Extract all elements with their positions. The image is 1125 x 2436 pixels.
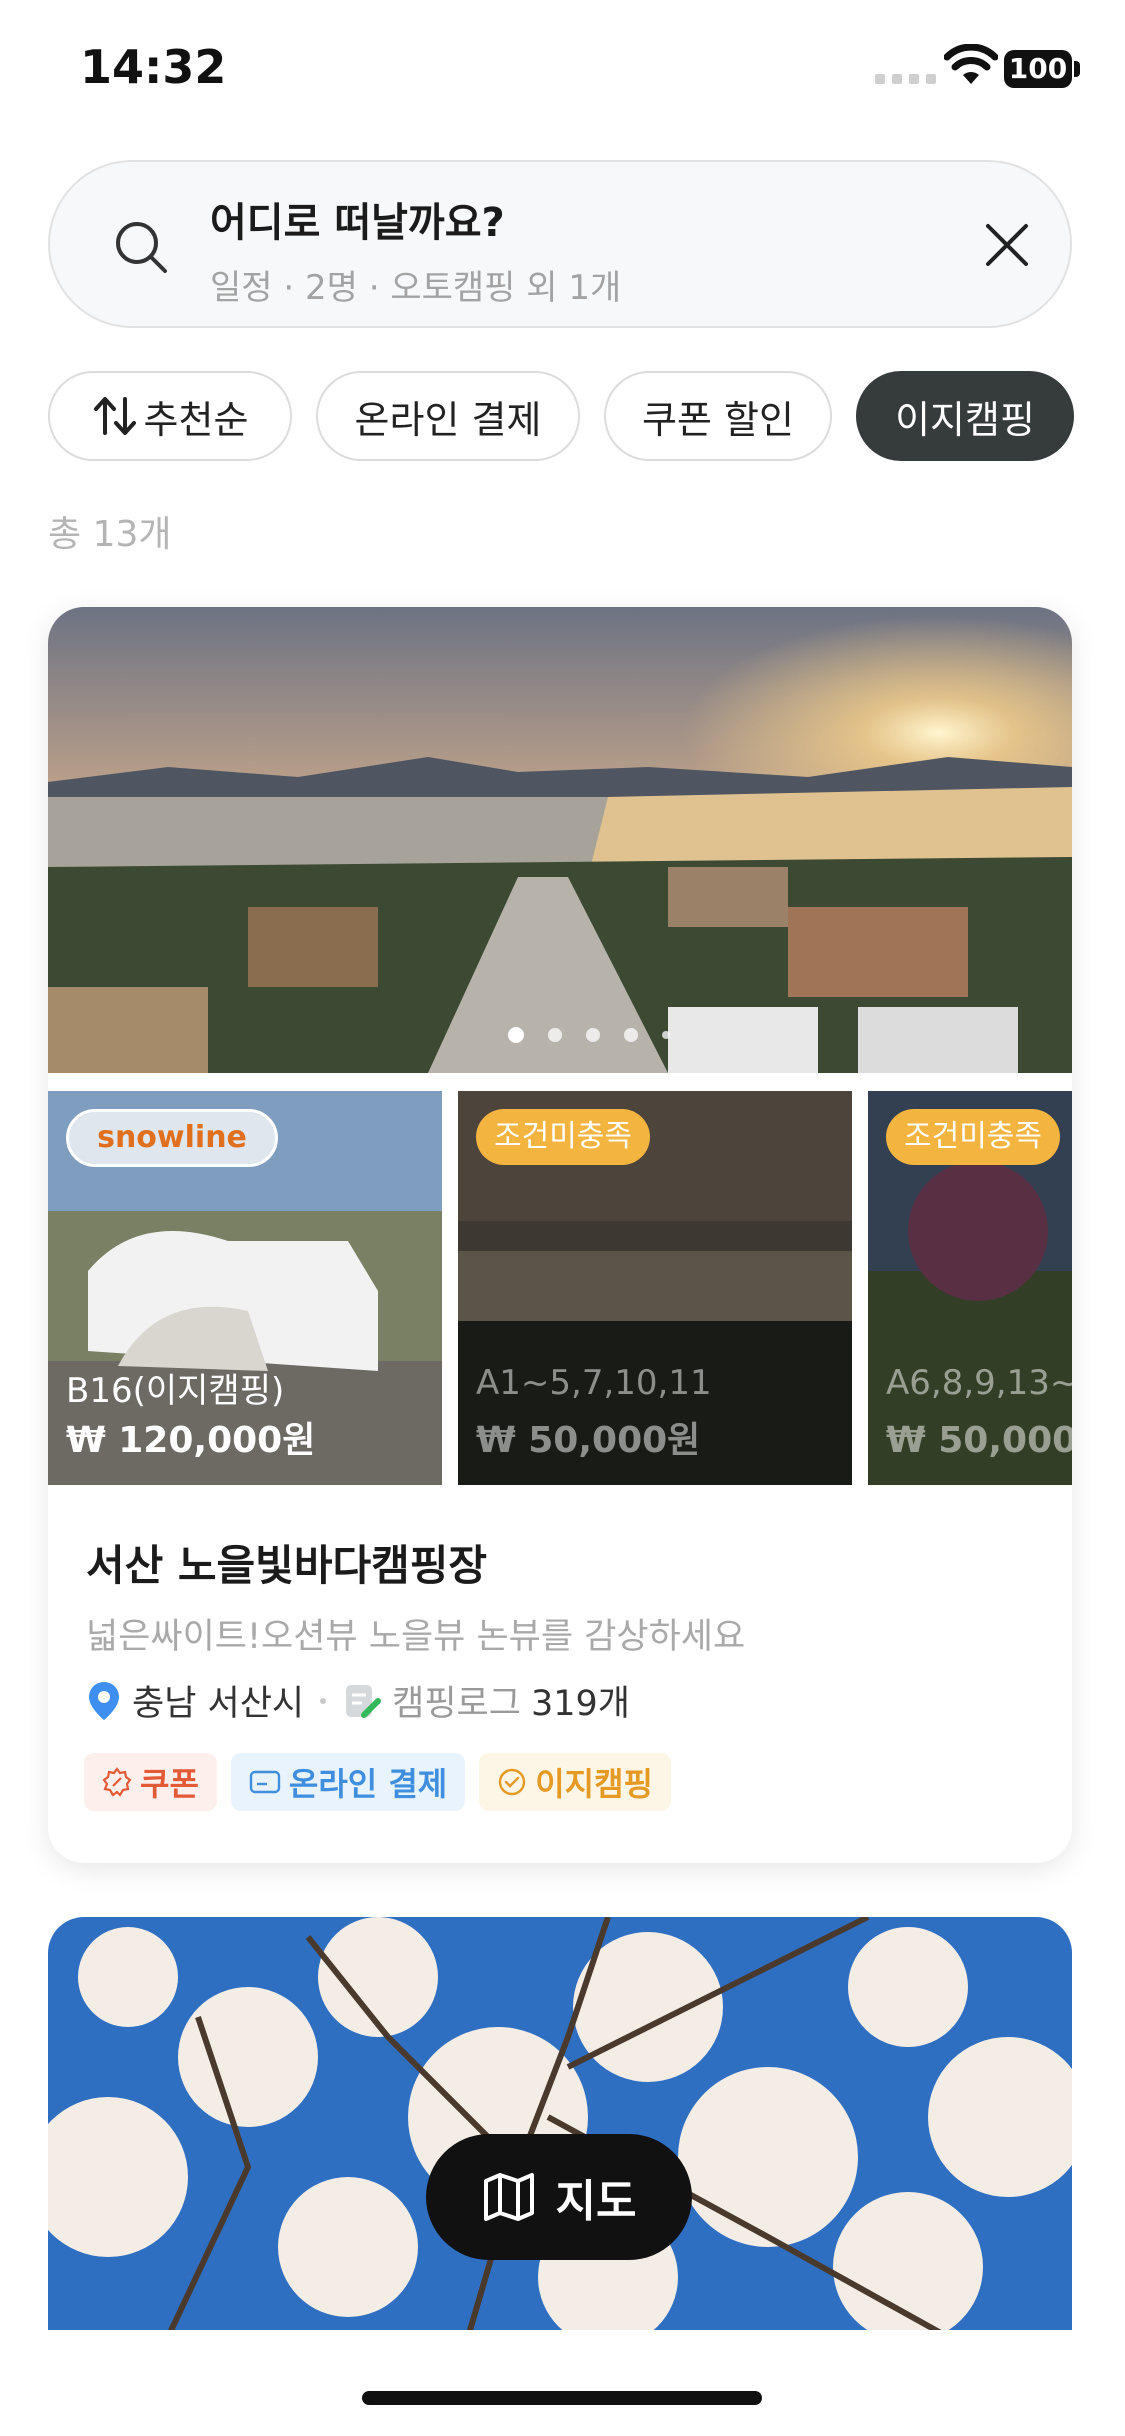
camping-log-icon <box>346 1684 382 1718</box>
room-thumbnail[interactable]: 조건미충족 A1~5,7,10,11 ₩ 50,000원 <box>458 1091 852 1485</box>
campsite-title: 서산 노을빛바다캠핑장 <box>86 1541 488 1590</box>
status-time: 14:32 <box>80 40 227 94</box>
easy-camping-tag-label: 이지캠핑 <box>535 1765 653 1803</box>
campsite-card-next[interactable] <box>48 1917 1072 2337</box>
condition-unmet-badge: 조건미충족 <box>476 1109 650 1165</box>
close-icon[interactable] <box>982 220 1032 270</box>
filter-online-payment-label: 온라인 결제 <box>354 397 542 442</box>
battery-tip <box>1074 61 1080 77</box>
room-price: ₩ 50,000원 <box>886 1420 1072 1461</box>
cellular-signal-icon <box>875 74 936 84</box>
filter-sort[interactable]: 추천순 <box>48 371 292 461</box>
map-button[interactable]: 지도 <box>426 2134 692 2260</box>
room-name: B16(이지캠핑) <box>66 1371 285 1411</box>
room-price: ₩ 50,000원 <box>476 1420 701 1461</box>
search-subtitle: 일정 · 2명 · 오토캠핑 외 1개 <box>210 268 622 308</box>
campsite-card[interactable]: snowline B16(이지캠핑) ₩ 120,000원 조건미충족 A1~5… <box>48 607 1072 1863</box>
wifi-icon <box>944 44 998 84</box>
home-indicator <box>362 2391 762 2405</box>
bottom-safe-area <box>0 2330 1125 2436</box>
coupon-tag: 쿠폰 <box>84 1753 217 1811</box>
battery-icon: 100 <box>1004 50 1072 88</box>
feature-tags: 쿠폰 온라인 결제 이지캠핑 <box>84 1753 671 1811</box>
room-price: ₩ 120,000원 <box>66 1420 316 1461</box>
easy-camping-tag: 이지캠핑 <box>479 1753 671 1811</box>
campsite-description: 넓은싸이트!오션뷰 노을뷰 논뷰를 감상하세요 <box>86 1617 746 1657</box>
snowline-badge: snowline <box>66 1109 278 1167</box>
search-title: 어디로 떠날까요? <box>210 200 505 246</box>
status-bar: 14:32 100 <box>0 0 1125 140</box>
search-bar[interactable]: 어디로 떠날까요? 일정 · 2명 · 오토캠핑 외 1개 <box>48 160 1072 328</box>
map-icon <box>483 2173 534 2221</box>
location-text: 충남 서산시 <box>132 1684 305 1724</box>
carousel-dots <box>508 1027 670 1043</box>
room-name: A1~5,7,10,11 <box>476 1363 712 1403</box>
room-thumbnail[interactable]: 조건미충족 A6,8,9,13~1 ₩ 50,000원 <box>868 1091 1072 1485</box>
filter-coupon-discount-label: 쿠폰 할인 <box>642 397 794 442</box>
separator-dot <box>320 1697 327 1704</box>
filter-sort-label: 추천순 <box>143 397 249 442</box>
coupon-icon <box>102 1767 132 1797</box>
hero-photo[interactable] <box>48 607 1072 1073</box>
filter-easy-camping[interactable]: 이지캠핑 <box>856 371 1074 461</box>
map-button-label: 지도 <box>555 2176 637 2227</box>
coupon-tag-label: 쿠폰 <box>140 1765 199 1803</box>
search-icon <box>116 222 167 273</box>
online-payment-tag: 온라인 결제 <box>230 1753 466 1811</box>
sort-icon <box>93 397 136 435</box>
filter-online-payment[interactable]: 온라인 결제 <box>316 371 580 461</box>
location-pin-icon <box>89 1681 119 1720</box>
hero-image <box>48 607 1072 1073</box>
result-count: 총 13개 <box>48 514 172 555</box>
campsite-meta: 충남 서산시 캠핑로그 319개 <box>86 1675 630 1726</box>
camping-log-label: 캠핑로그 <box>392 1684 521 1724</box>
room-name: A6,8,9,13~1 <box>886 1363 1072 1403</box>
cherry-blossom-image <box>48 1917 1072 2337</box>
room-thumbnail[interactable]: snowline B16(이지캠핑) ₩ 120,000원 <box>48 1091 442 1485</box>
camping-log-count: 319개 <box>530 1684 630 1724</box>
filter-coupon-discount[interactable]: 쿠폰 할인 <box>604 371 832 461</box>
online-payment-tag-label: 온라인 결제 <box>288 1765 448 1803</box>
filter-easy-camping-label: 이지캠핑 <box>895 397 1035 442</box>
condition-unmet-badge: 조건미충족 <box>886 1109 1060 1165</box>
card-icon <box>249 1770 281 1794</box>
check-circle-icon <box>499 1768 526 1796</box>
